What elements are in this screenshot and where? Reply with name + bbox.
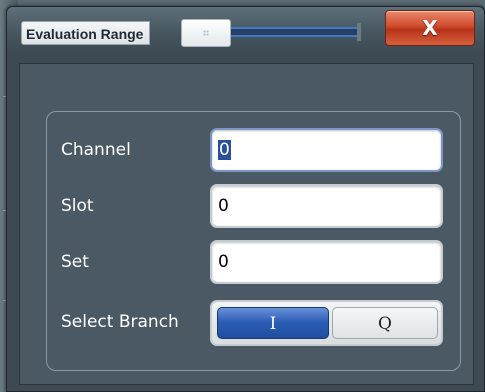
slot-input[interactable]: 0: [210, 184, 443, 228]
branch-q-button[interactable]: Q: [332, 307, 438, 339]
close-icon: X: [422, 16, 438, 40]
dialog-content: Channel 0 Slot 0 Set 0 Select Branch I Q: [19, 63, 474, 385]
channel-label: Channel: [61, 140, 131, 160]
branch-i-button[interactable]: I: [217, 307, 329, 339]
evaluation-range-dialog: Evaluation Range X Channel 0 Slot 0 Set …: [6, 6, 485, 392]
set-label: Set: [61, 252, 89, 272]
title-scroll-thumb[interactable]: [181, 19, 231, 47]
settings-panel: Channel 0 Slot 0 Set 0 Select Branch I Q: [46, 111, 461, 371]
slot-label: Slot: [61, 196, 94, 216]
set-input[interactable]: 0: [210, 240, 443, 284]
branch-toggle-group: I Q: [210, 300, 443, 346]
set-value: 0: [218, 252, 229, 272]
title-scroll-track[interactable]: [231, 27, 357, 37]
channel-value: 0: [218, 140, 231, 160]
select-branch-label: Select Branch: [61, 312, 179, 332]
close-button[interactable]: X: [385, 10, 475, 46]
slot-value: 0: [218, 196, 229, 216]
dialog-titlebar[interactable]: Evaluation Range X: [7, 7, 484, 53]
title-scroll-track-end: [357, 23, 361, 41]
channel-input[interactable]: 0: [210, 128, 443, 172]
dialog-title: Evaluation Range: [21, 21, 151, 45]
